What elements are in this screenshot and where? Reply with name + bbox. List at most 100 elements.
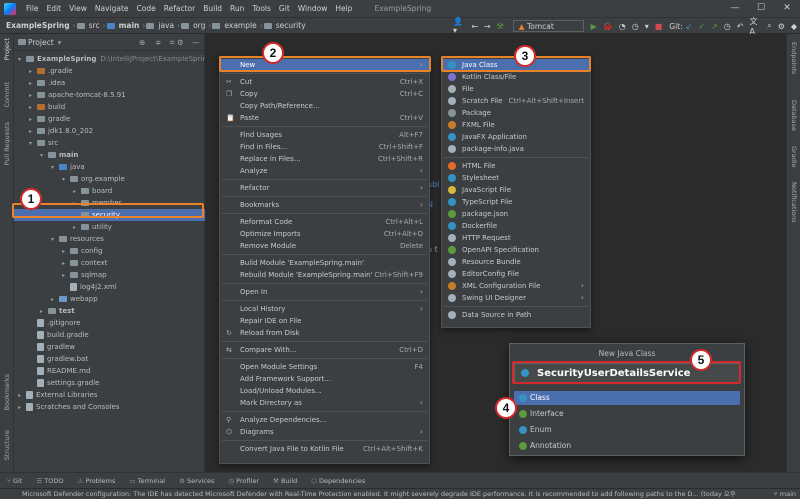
forward-icon[interactable]: → (481, 22, 494, 31)
menu-item-paste[interactable]: Paste Ctrl+V 📋 (220, 112, 429, 124)
git-rollback-icon[interactable]: ↶ (734, 22, 747, 31)
bottom-tool-services[interactable]: ⚙ Services (172, 477, 221, 485)
menu-help[interactable]: Help (331, 4, 356, 13)
more-run-icon[interactable]: ▾ (642, 22, 652, 31)
git-push-icon[interactable]: ↗ (708, 22, 721, 31)
tree-item[interactable]: ▾ java (14, 161, 205, 173)
menu-item-rebuild-module-examplespring-main[interactable]: Rebuild Module 'ExampleSpring.main' Ctrl+… (220, 269, 429, 281)
tree-item[interactable]: ▸ jdk1.8.0_202 (14, 125, 205, 137)
menu-item-kotlin-class-file[interactable]: Kotlin Class/File (442, 71, 590, 83)
tree-item[interactable]: gradlew.bat (14, 353, 205, 365)
menu-item-local-history[interactable]: Local History › (220, 303, 429, 315)
menu-item-openapi-specification[interactable]: OpenAPI Specification (442, 244, 590, 256)
menu-build[interactable]: Build (199, 4, 226, 13)
menu-item-copy-path-reference[interactable]: Copy Path/Reference... (220, 100, 429, 112)
breadcrumb-item[interactable]: main (117, 21, 142, 30)
menu-item-scratch-file[interactable]: Scratch File Ctrl+Alt+Shift+Insert (442, 95, 590, 107)
menu-edit[interactable]: Edit (43, 4, 66, 13)
status-message[interactable]: Microsoft Defender configuration: The ID… (22, 490, 736, 498)
menu-item-repair-ide-on-file[interactable]: Repair IDE on File (220, 315, 429, 327)
menu-item-open-in[interactable]: Open In › (220, 286, 429, 298)
tool-commit[interactable]: Commit (3, 82, 11, 108)
menu-item-analyze[interactable]: Analyze › (220, 165, 429, 177)
menu-item-package-json[interactable]: package.json (442, 208, 590, 220)
search-icon[interactable]: ⌕ (764, 21, 774, 31)
locate-icon[interactable]: ⊕ (139, 38, 145, 47)
run-icon[interactable]: ▶ (588, 22, 600, 31)
tree-item[interactable]: ▸ context (14, 257, 205, 269)
tree-item[interactable]: ▸ board (14, 185, 205, 197)
breadcrumb-item[interactable]: ExampleSpring (4, 21, 72, 30)
expand-all-icon[interactable]: ≑ (155, 38, 161, 47)
menu-item-find-usages[interactable]: Find Usages Alt+F7 (220, 129, 429, 141)
tree-item[interactable]: ▾ ExampleSpring D:\IntelliJProject\Example… (14, 53, 211, 65)
menu-git[interactable]: Git (275, 4, 294, 13)
menu-item-dockerfile[interactable]: Dockerfile (442, 220, 590, 232)
tool-database[interactable]: Database (790, 100, 798, 131)
menu-item-stylesheet[interactable]: Stylesheet (442, 172, 590, 184)
menu-navigate[interactable]: Navigate (91, 4, 133, 13)
bottom-tool-git[interactable]: ⑂ Git (0, 477, 29, 485)
tree-item[interactable]: ▸ apache-tomcat-8.5.91 (14, 89, 205, 101)
tree-item[interactable]: ▸ .idea (14, 77, 205, 89)
collapsed-arrow-icon[interactable]: ▸ (18, 402, 26, 414)
settings-icon[interactable]: ⚙ (775, 22, 788, 31)
bottom-tool-problems[interactable]: ⚠ Problems (71, 477, 123, 485)
maximize-icon[interactable]: ☐ (748, 0, 774, 17)
user-icon[interactable]: 👤▾ (450, 17, 468, 35)
hide-panel-icon[interactable]: — (192, 38, 200, 47)
breadcrumb-item[interactable]: security (274, 21, 308, 30)
menu-item-refactor[interactable]: Refactor › (220, 182, 429, 194)
menu-view[interactable]: View (65, 4, 91, 13)
menu-item-convert-java-file-to-kotlin-file[interactable]: Convert Java File to Kotlin File Ctrl+Alt… (220, 443, 429, 455)
menu-item-package[interactable]: Package (442, 107, 590, 119)
tool-structure[interactable]: Structure (3, 430, 11, 460)
minimize-icon[interactable]: — (722, 0, 748, 17)
menu-item-resource-bundle[interactable]: Resource Bundle (442, 256, 590, 268)
menu-item-reload-from-disk[interactable]: Reload from Disk ↻ (220, 327, 429, 339)
menu-item-data-source-in-path[interactable]: Data Source in Path (442, 309, 590, 321)
tool-bookmarks[interactable]: Bookmarks (3, 374, 11, 410)
tree-item[interactable]: ▾ resources (14, 233, 205, 245)
menu-refactor[interactable]: Refactor (160, 4, 199, 13)
menu-item-bookmarks[interactable]: Bookmarks › (220, 199, 429, 211)
menu-item-javascript-file[interactable]: JavaScript File (442, 184, 590, 196)
tree-item[interactable]: README.md (14, 365, 205, 377)
breadcrumb-item[interactable]: example (222, 21, 258, 30)
menu-item-remove-module[interactable]: Remove Module Delete (220, 240, 429, 252)
class-kind-enum[interactable]: Enum (514, 423, 740, 437)
tree-item[interactable]: log4j2.xml (14, 281, 205, 293)
menu-item-analyze-dependencies[interactable]: Analyze Dependencies... ⚲ (220, 414, 429, 426)
tree-item[interactable]: ▸ .gradle (14, 65, 205, 77)
class-kind-annotation[interactable]: Annotation (514, 439, 740, 453)
menu-item-add-framework-support[interactable]: Add Framework Support... (220, 373, 429, 385)
coverage-icon[interactable]: ◔ (616, 22, 629, 31)
git-history-icon[interactable]: ◷ (721, 22, 734, 31)
menu-item-editorconfig-file[interactable]: EditorConfig File (442, 268, 590, 280)
tree-item[interactable]: ▾ main (14, 149, 205, 161)
tree-item[interactable]: ▸ config (14, 245, 205, 257)
menu-item-fxml-file[interactable]: FXML File (442, 119, 590, 131)
tree-item[interactable]: .gitignore (14, 317, 205, 329)
tree-item[interactable]: gradlew (14, 341, 205, 353)
menu-item-diagrams[interactable]: Diagrams › ⌬ (220, 426, 429, 438)
tree-item[interactable]: ▸ sqlmap (14, 269, 205, 281)
tree-item[interactable]: ▸ build (14, 101, 205, 113)
breadcrumb-item[interactable]: src (87, 21, 102, 30)
menu-item-swing-ui-designer[interactable]: Swing UI Designer › (442, 292, 590, 304)
tool-endpoints[interactable]: Endpoints (790, 42, 798, 74)
menu-item-package-info-java[interactable]: package-info.java (442, 143, 590, 155)
ide-logo-icon[interactable]: ◆ (788, 22, 800, 31)
git-branch-widget[interactable]: ⑂ main (769, 489, 796, 499)
menu-item-html-file[interactable]: HTML File (442, 160, 590, 172)
tool-project[interactable]: Project (3, 38, 11, 60)
menu-window[interactable]: Window (294, 4, 332, 13)
tree-item[interactable]: ▸ Scratches and Consoles (14, 401, 205, 413)
debug-icon[interactable]: 🐞 (600, 22, 616, 31)
bottom-tool-profiler[interactable]: ◷ Profiler (221, 477, 266, 485)
project-panel-title[interactable]: Project (28, 38, 54, 47)
menu-item-open-module-settings[interactable]: Open Module Settings F4 (220, 361, 429, 373)
menu-item-mark-directory-as[interactable]: Mark Directory as › (220, 397, 429, 409)
bottom-tool-dependencies[interactable]: ⬡ Dependencies (304, 477, 372, 485)
tree-item[interactable]: settings.gradle (14, 377, 205, 389)
